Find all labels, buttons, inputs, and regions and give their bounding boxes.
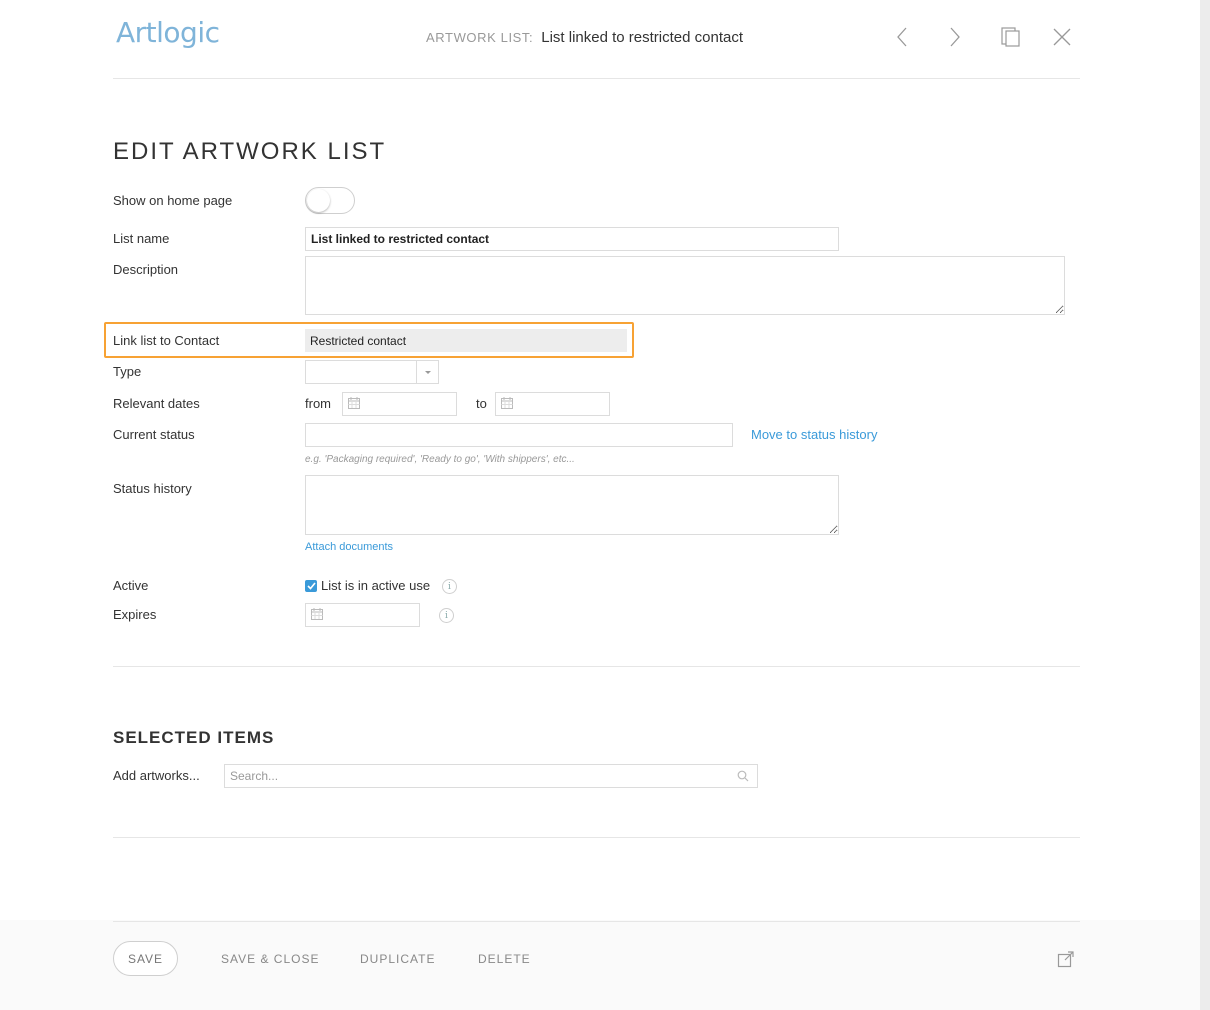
add-artworks-label: Add artworks... — [113, 768, 200, 783]
expires-date-input[interactable] — [305, 603, 420, 627]
show-on-home-label: Show on home page — [113, 193, 233, 208]
status-history-textarea[interactable] — [305, 475, 839, 535]
chevron-right-icon[interactable] — [940, 22, 970, 52]
list-name-input[interactable]: List linked to restricted contact — [305, 227, 839, 251]
title-prefix: ARTWORK LIST: — [426, 30, 534, 45]
toggle-knob — [307, 189, 330, 212]
date-from-input[interactable] — [342, 392, 457, 416]
footer-background — [0, 920, 1200, 1010]
active-checkbox[interactable] — [305, 580, 317, 592]
save-button[interactable]: SAVE — [113, 941, 178, 976]
from-label: from — [305, 396, 331, 411]
status-history-label: Status history — [113, 481, 192, 496]
to-label: to — [476, 396, 487, 411]
info-icon[interactable]: i — [442, 579, 457, 594]
divider — [113, 837, 1080, 838]
scrollbar[interactable] — [1200, 0, 1210, 1010]
current-status-label: Current status — [113, 427, 195, 442]
list-name-label: List name — [113, 231, 170, 246]
checkmark-icon — [306, 582, 316, 590]
search-input[interactable]: Search... — [224, 764, 758, 788]
duplicate-button[interactable]: DUPLICATE — [360, 952, 435, 966]
search-placeholder: Search... — [230, 769, 279, 783]
calendar-icon — [311, 608, 323, 623]
divider — [113, 666, 1080, 667]
calendar-icon — [501, 397, 513, 412]
search-icon — [737, 770, 749, 785]
header: Artlogic ARTWORK LIST: List linked to res… — [113, 0, 1080, 79]
status-hint: e.g. 'Packaging required', 'Ready to go'… — [305, 454, 575, 465]
expires-label: Expires — [113, 607, 157, 622]
footer-divider — [113, 921, 1080, 922]
chevron-left-icon[interactable] — [887, 22, 917, 52]
date-to-input[interactable] — [495, 392, 610, 416]
show-on-home-toggle[interactable] — [305, 187, 355, 214]
relevant-dates-label: Relevant dates — [113, 396, 200, 411]
link-contact-field[interactable]: Restricted contact — [305, 329, 627, 352]
current-status-input[interactable] — [305, 423, 733, 447]
chevron-down-icon[interactable] — [416, 361, 438, 383]
window-title: ARTWORK LIST: List linked to restricted c… — [426, 29, 743, 46]
copy-icon[interactable] — [996, 22, 1026, 52]
description-textarea[interactable] — [305, 256, 1065, 315]
delete-button[interactable]: DELETE — [478, 952, 531, 966]
active-checkbox-label[interactable]: List is in active use — [321, 578, 430, 593]
external-link-icon[interactable] — [1057, 950, 1075, 973]
type-label: Type — [113, 364, 142, 379]
attach-documents-link[interactable]: Attach documents — [305, 541, 393, 553]
title-text: List linked to restricted contact — [541, 29, 744, 46]
description-label: Description — [113, 262, 179, 277]
link-contact-label: Link list to Contact — [113, 333, 220, 348]
logo[interactable]: Artlogic — [116, 16, 220, 49]
type-select[interactable] — [305, 360, 439, 384]
selected-items-title: SELECTED ITEMS — [113, 728, 275, 747]
save-close-button[interactable]: SAVE & CLOSE — [221, 952, 319, 966]
move-to-history-link[interactable]: Move to status history — [751, 427, 877, 442]
page-title: EDIT ARTWORK LIST — [113, 138, 387, 165]
info-icon[interactable]: i — [439, 608, 454, 623]
calendar-icon — [348, 397, 360, 412]
close-icon[interactable] — [1047, 22, 1077, 52]
active-label: Active — [113, 578, 149, 593]
